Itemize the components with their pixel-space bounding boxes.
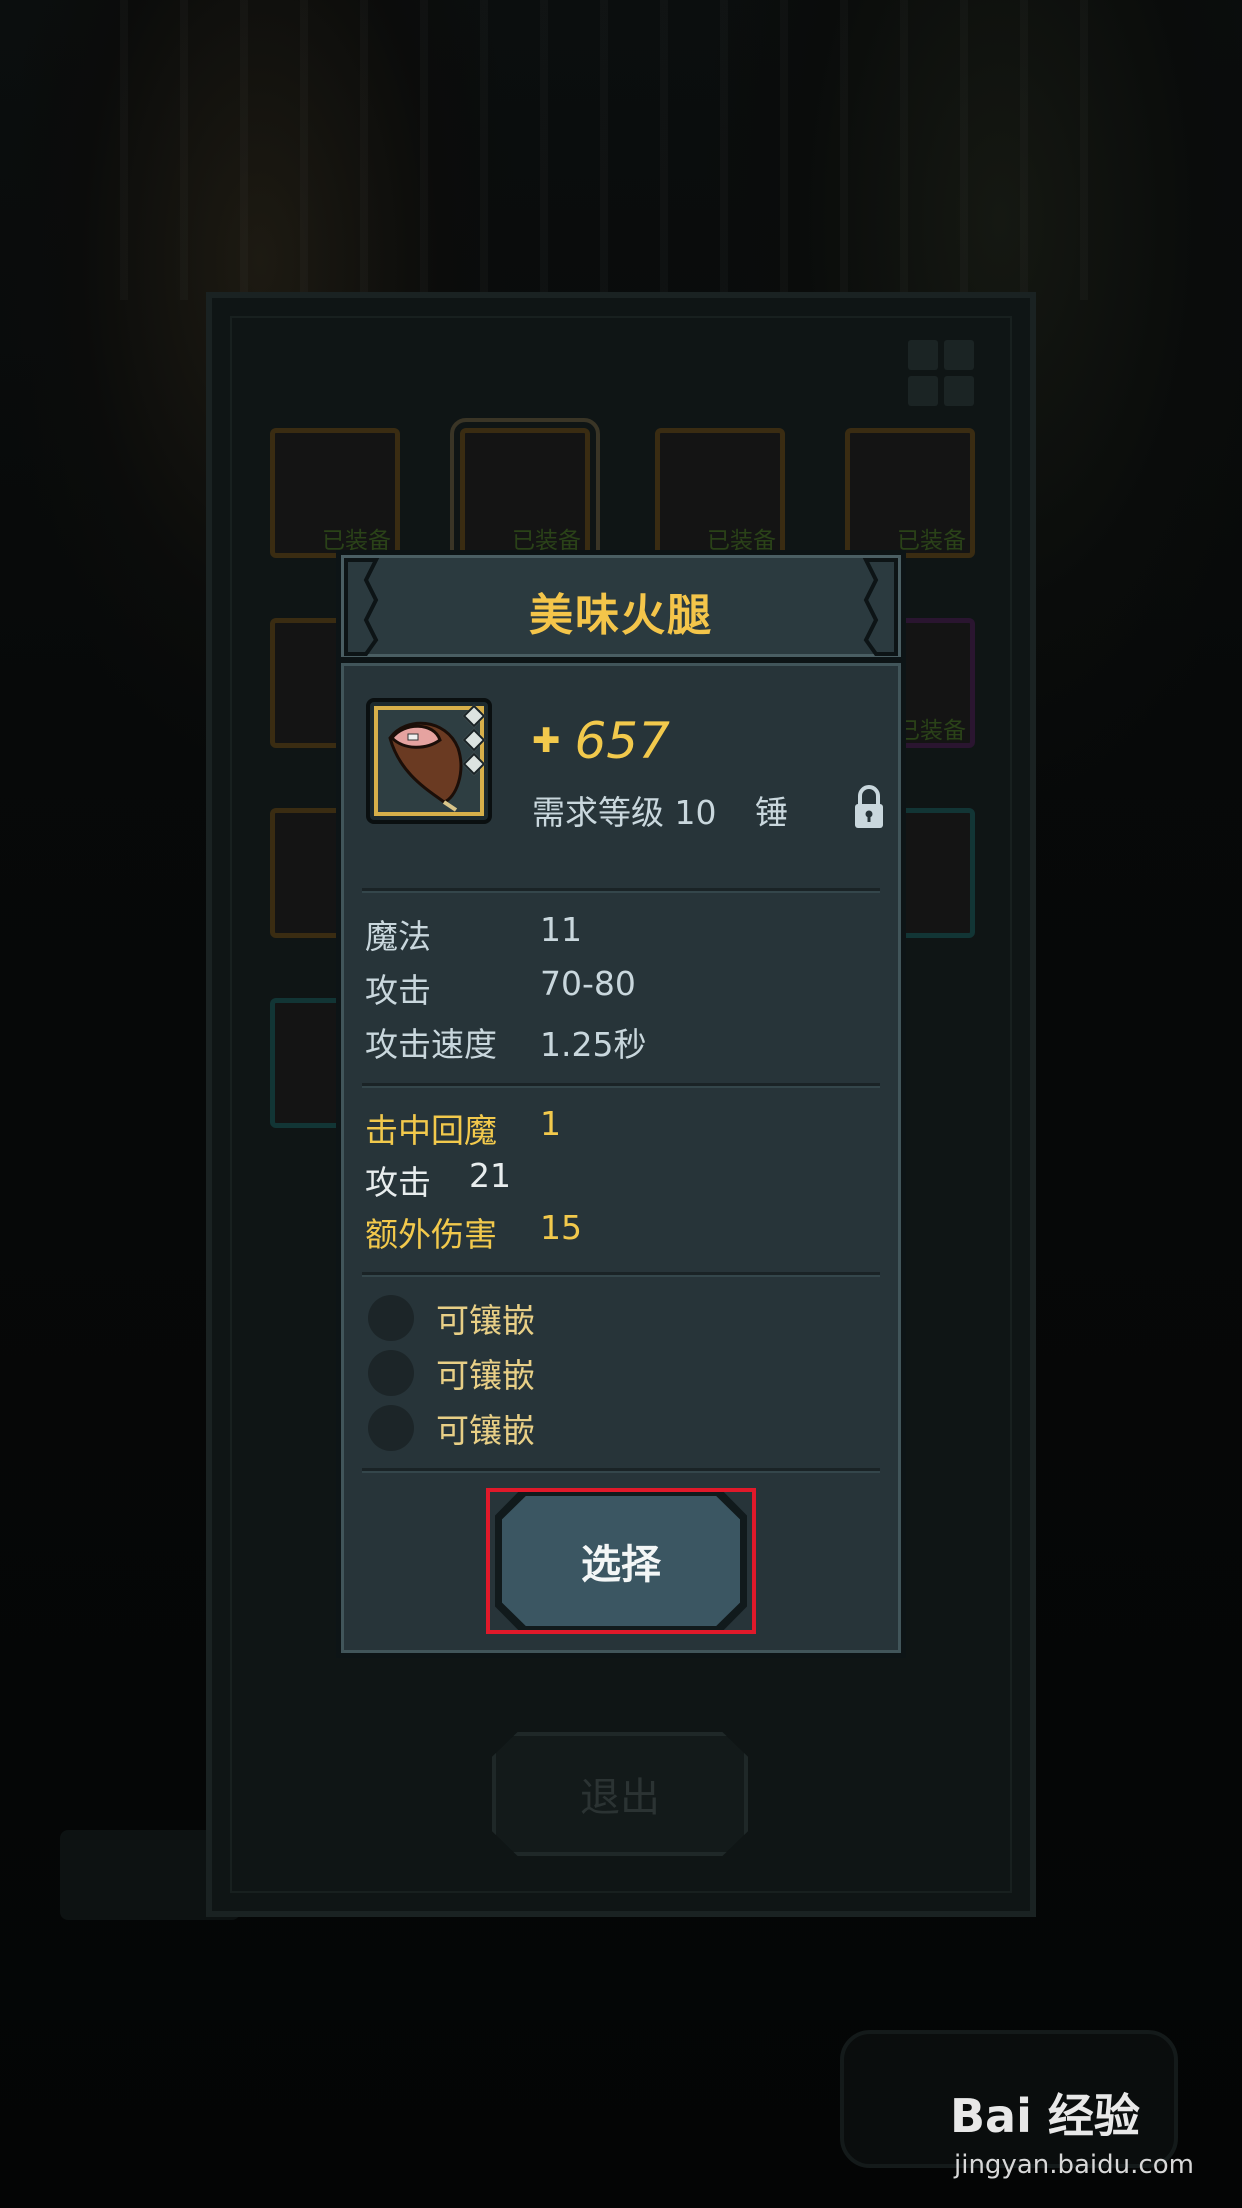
equipped-tag: 已装备 — [897, 718, 966, 744]
inventory-slot-selected[interactable]: 已装备 — [450, 418, 600, 568]
inventory-slot[interactable]: 已装备 — [845, 428, 975, 558]
price-icon: ✚ — [532, 721, 561, 761]
bonus-stat-value: 21 — [469, 1156, 511, 1195]
separator — [362, 888, 880, 891]
item-title: 美味火腿 — [529, 590, 713, 641]
highlight-box — [486, 1488, 756, 1634]
item-price: ✚ 657 — [532, 712, 670, 770]
bonus-stat-value: 15 — [540, 1208, 582, 1247]
socket-slot-icon[interactable] — [368, 1350, 414, 1396]
lock-icon[interactable] — [852, 782, 886, 832]
socket-label: 可镶嵌 — [436, 1411, 535, 1450]
stat-value: 11 — [540, 910, 582, 949]
bonus-stat-row: 击中回魔 1 — [365, 1104, 561, 1152]
stat-label: 攻击速度 — [365, 1025, 497, 1064]
stat-row: 魔法 11 — [365, 910, 582, 958]
socket-label: 可镶嵌 — [436, 1301, 535, 1340]
watermark-url: jingyan.baidu.com — [954, 2150, 1194, 2180]
bonus-stat-row: 额外伤害 15 — [365, 1208, 582, 1256]
bonus-stat-value: 1 — [540, 1104, 561, 1143]
stat-value: 1.25秒 — [540, 1025, 647, 1064]
item-detail-dialog: 美味火腿 ✚ 657 需求等级 10 锤 魔法 11 攻击 70-80 攻击速度… — [336, 550, 906, 1658]
background-scenery — [120, 0, 1120, 300]
stat-value: 70-80 — [540, 964, 636, 1003]
bonus-stat-label: 额外伤害 — [365, 1215, 497, 1254]
stat-label: 魔法 — [365, 917, 431, 956]
bonus-stat-row: 攻击 21 — [365, 1156, 511, 1204]
equipped-tag: 已装备 — [897, 528, 966, 554]
stat-label: 攻击 — [365, 971, 431, 1010]
bonus-stat-label: 击中回魔 — [365, 1111, 497, 1150]
item-frame — [366, 698, 492, 824]
socket-label: 可镶嵌 — [436, 1356, 535, 1395]
separator — [362, 1468, 880, 1471]
socket-slot-icon[interactable] — [368, 1295, 414, 1341]
watermark-logo: Bai 经验 — [950, 2089, 1140, 2143]
level-requirement: 需求等级 10 — [532, 793, 717, 832]
weapon-type: 锤 — [754, 793, 788, 832]
dialog-header: 美味火腿 — [336, 550, 906, 662]
exit-button[interactable]: 退出 — [492, 1732, 748, 1856]
separator — [362, 1272, 880, 1275]
stat-row: 攻击速度 1.25秒 — [365, 1018, 646, 1066]
grid-view-icon[interactable] — [908, 340, 978, 410]
inventory-slot[interactable]: 已装备 — [655, 428, 785, 558]
watermark: Bai 经验 jingyan.baidu.com — [950, 2080, 1230, 2190]
price-value: 657 — [574, 712, 670, 770]
separator — [362, 1083, 880, 1086]
stat-row: 攻击 70-80 — [365, 964, 636, 1012]
bonus-stat-label: 攻击 — [365, 1163, 431, 1202]
socket-slot-icon[interactable] — [368, 1405, 414, 1451]
inventory-slot[interactable]: 已装备 — [270, 428, 400, 558]
item-requirement: 需求等级 10 锤 — [532, 786, 788, 834]
